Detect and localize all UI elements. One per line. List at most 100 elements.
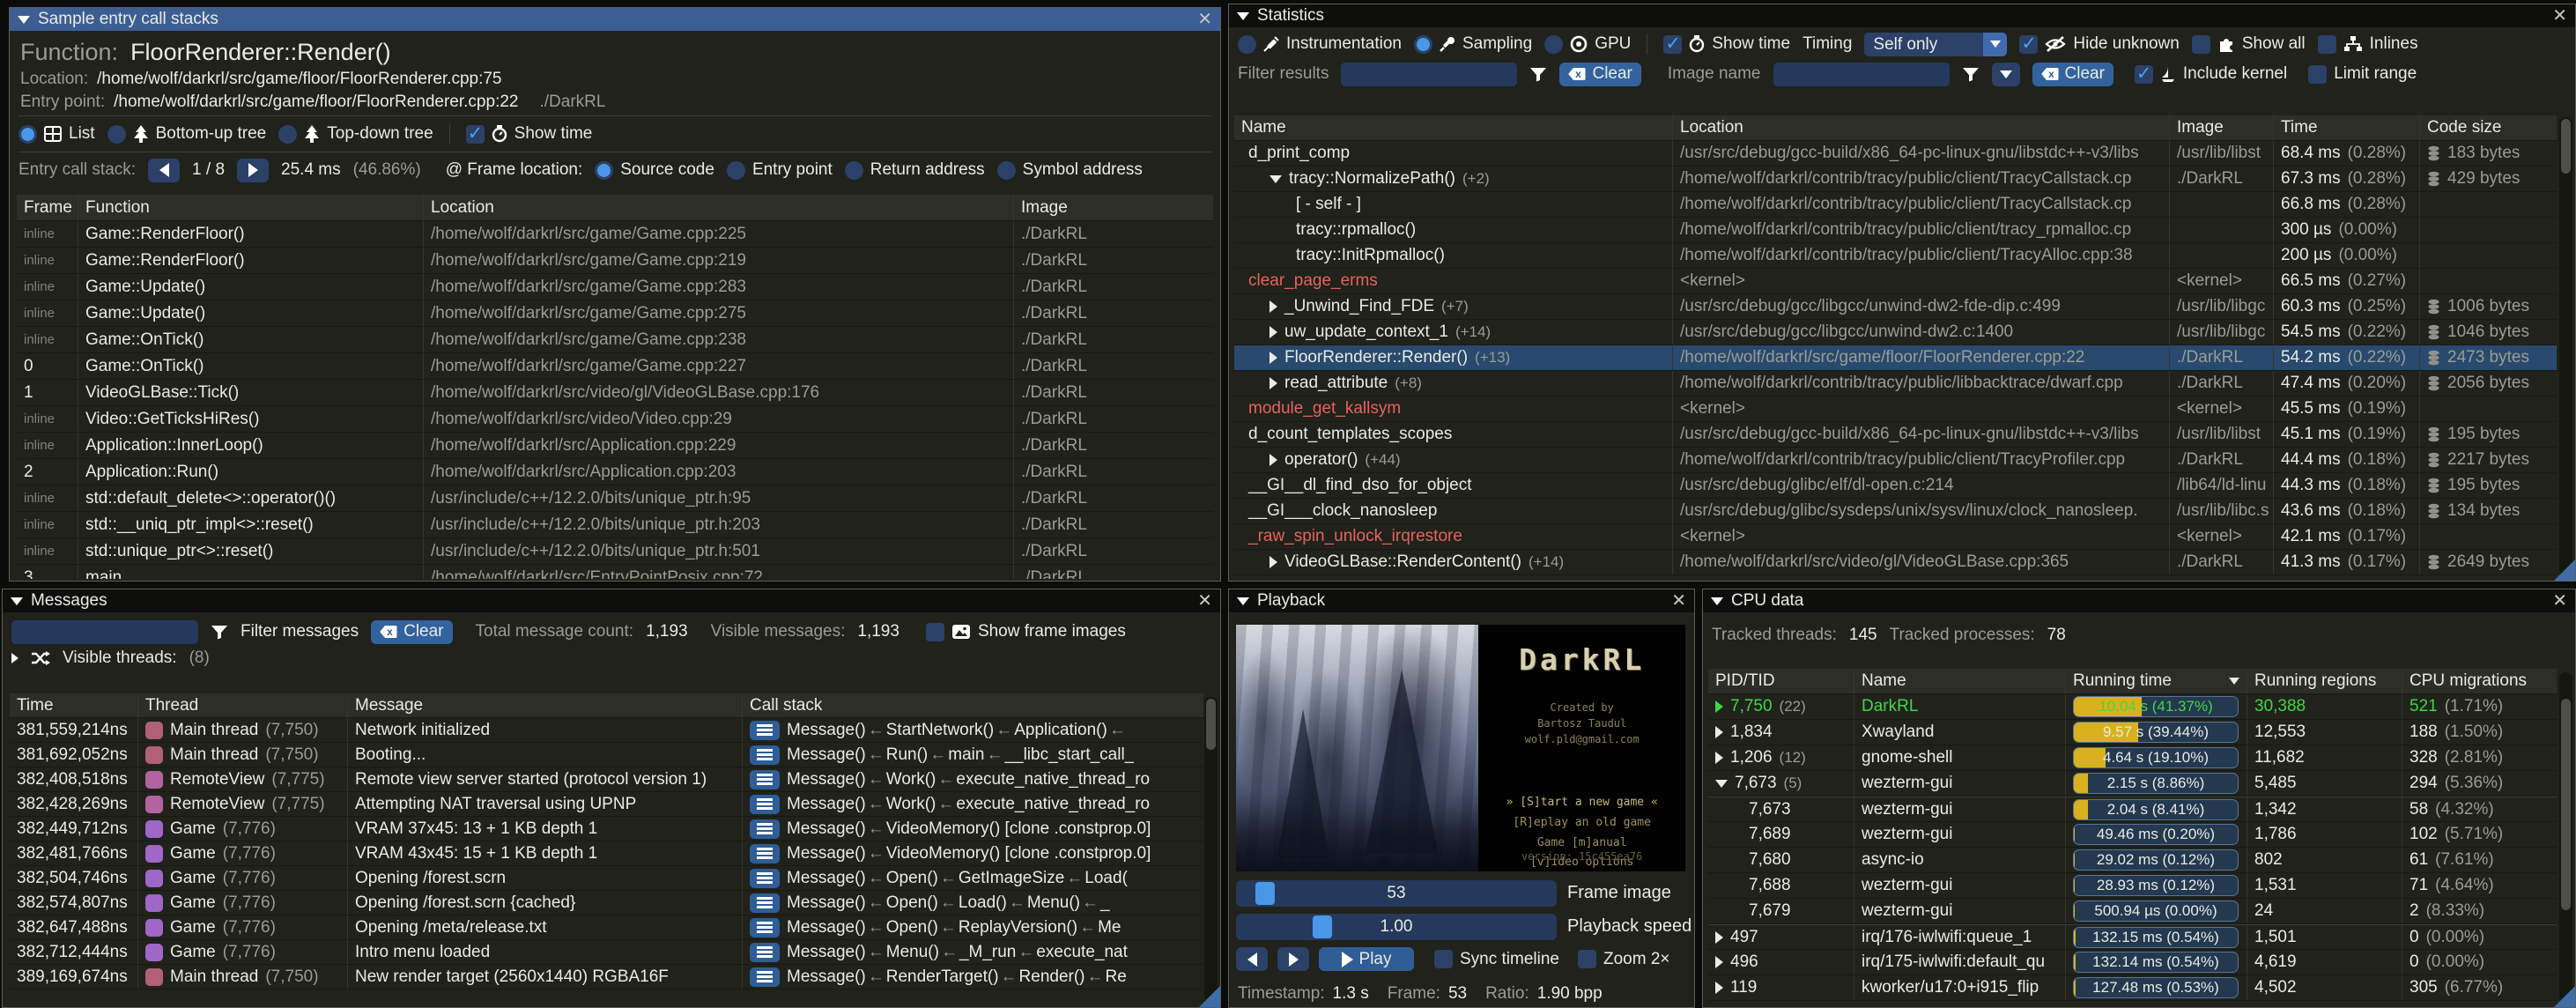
cell-name[interactable]: VideoGLBase::RenderContent()(+14) bbox=[1234, 550, 1673, 574]
image-filter-dropdown[interactable] bbox=[1992, 63, 2020, 86]
sampling-radio[interactable]: Sampling bbox=[1414, 34, 1532, 54]
callstack-button[interactable] bbox=[750, 967, 780, 987]
message-row[interactable]: 389,169,674ns Main thread(7,750) New ren… bbox=[10, 965, 1203, 989]
callstack-button[interactable] bbox=[750, 770, 780, 789]
column-header[interactable]: Name bbox=[1234, 115, 1673, 140]
column-header[interactable]: Time bbox=[2274, 115, 2420, 140]
include-kernel-checkbox[interactable]: Include kernel bbox=[2135, 64, 2287, 84]
expand-arrow[interactable] bbox=[1715, 726, 1723, 738]
mode-top-down-radio[interactable]: Top-down tree bbox=[278, 124, 433, 144]
message-filter-input[interactable] bbox=[11, 620, 198, 644]
stats-row[interactable]: d_count_templates_scopes /usr/src/debug/… bbox=[1234, 422, 2557, 448]
mode-list-radio[interactable]: List bbox=[19, 124, 95, 144]
callstack-button[interactable] bbox=[750, 869, 780, 888]
cell-name[interactable]: FloorRenderer::Render()(+13) bbox=[1234, 345, 1673, 370]
cpu-row[interactable]: 7,750(22) DarkRL 10.04 s (41.37%) 30,388… bbox=[1708, 694, 2557, 720]
stats-row[interactable]: read_attribute(+8) /home/wolf/darkrl/con… bbox=[1234, 371, 2557, 397]
message-row[interactable]: 382,504,746ns Game(7,776) Opening /fores… bbox=[10, 866, 1203, 891]
frame-loc-source-radio[interactable]: Source code bbox=[595, 160, 714, 180]
cpu-row[interactable]: 7,680 async-io 29.02 ms (0.12%) 802 61(7… bbox=[1708, 848, 2557, 873]
cell-name[interactable]: tracy::NormalizePath()(+2) bbox=[1234, 167, 1673, 191]
stats-row[interactable]: module_get_kallsym <kernel> <kernel> 45.… bbox=[1234, 397, 2557, 422]
cell-function[interactable]: main bbox=[78, 565, 424, 579]
expand-arrow[interactable] bbox=[1715, 956, 1723, 968]
message-row[interactable]: 382,449,712ns Game(7,776) VRAM 37x45: 13… bbox=[10, 817, 1203, 841]
column-header[interactable]: Time bbox=[10, 693, 138, 717]
column-header[interactable]: Running time bbox=[2066, 669, 2247, 693]
collapse-icon[interactable] bbox=[11, 597, 23, 605]
cell-name[interactable]: [ - self - ] bbox=[1234, 192, 1673, 217]
collapse-icon[interactable] bbox=[1711, 597, 1723, 605]
cell-name[interactable]: d_count_templates_scopes bbox=[1234, 422, 1673, 447]
frame-loc-symbol-radio[interactable]: Symbol address bbox=[997, 160, 1143, 180]
timing-combo[interactable]: Self only bbox=[1864, 33, 2007, 56]
clear-image-filter-button[interactable]: x Clear bbox=[2032, 63, 2113, 86]
message-row[interactable]: 381,692,052ns Main thread(7,750) Booting… bbox=[10, 743, 1203, 767]
message-row[interactable]: 382,408,518ns RemoteView(7,775) Remote v… bbox=[10, 767, 1203, 792]
close-icon[interactable]: ✕ bbox=[1671, 592, 1686, 610]
next-frame-button[interactable] bbox=[1277, 947, 1309, 971]
cell-pid[interactable]: 1,206(12) bbox=[1708, 745, 1854, 770]
callstack-button[interactable] bbox=[750, 918, 780, 938]
cpu-row[interactable]: 7,673 wezterm-gui 2.04 s (8.41%) 1,342 5… bbox=[1708, 797, 2557, 822]
cell-function[interactable]: std::default_delete<>::operator()() bbox=[78, 485, 424, 511]
cell-pid[interactable]: 497 bbox=[1708, 925, 1854, 949]
column-header[interactable]: PID/TID bbox=[1708, 669, 1854, 693]
cell-name[interactable]: tracy::InitRpmalloc() bbox=[1234, 243, 1673, 268]
cell-pid[interactable]: 119 bbox=[1708, 975, 1854, 1000]
show-time-checkbox[interactable]: Show time bbox=[1663, 34, 1790, 54]
resize-grip[interactable] bbox=[1199, 986, 1220, 1007]
call-stack-row[interactable]: inline std::default_delete<>::operator()… bbox=[17, 485, 1213, 512]
expand-arrow[interactable] bbox=[1715, 752, 1723, 764]
resize-grip[interactable] bbox=[2554, 560, 2575, 581]
scrollbar-thumb[interactable] bbox=[1206, 699, 1216, 750]
stats-row[interactable]: __GI__dl_find_dso_for_object /usr/src/de… bbox=[1234, 473, 2557, 499]
messages-titlebar[interactable]: Messages ✕ bbox=[3, 589, 1220, 612]
cpu-row[interactable]: 497 irq/176-iwlwifi:queue_1 132.15 ms (0… bbox=[1708, 924, 2557, 950]
column-header[interactable]: Frame bbox=[17, 195, 78, 220]
show-time-checkbox[interactable]: Show time bbox=[466, 124, 593, 144]
cell-name[interactable]: read_attribute(+8) bbox=[1234, 371, 1673, 396]
column-header[interactable]: Function bbox=[78, 195, 424, 220]
cell-function[interactable]: Video::GetTicksHiRes() bbox=[78, 406, 424, 432]
playback-titlebar[interactable]: Playback ✕ bbox=[1229, 589, 1694, 612]
call-stack-row[interactable]: inline Game::Update() /home/wolf/darkrl/… bbox=[17, 300, 1213, 327]
cell-function[interactable]: std::unique_ptr<>::reset() bbox=[78, 538, 424, 564]
expand-arrow[interactable] bbox=[1269, 175, 1282, 183]
column-header[interactable]: Call stack bbox=[743, 693, 1203, 717]
stats-row[interactable]: __GI___clock_nanosleep /usr/src/debug/gl… bbox=[1234, 499, 2557, 524]
collapse-icon[interactable] bbox=[18, 16, 30, 24]
close-icon[interactable]: ✕ bbox=[2552, 7, 2567, 25]
zoom-2x-checkbox[interactable]: Zoom 2× bbox=[1578, 950, 1670, 969]
cell-pid[interactable]: 1,834 bbox=[1708, 720, 1854, 745]
cell-function[interactable]: Application::InnerLoop() bbox=[78, 433, 424, 458]
show-frame-images-checkbox[interactable]: Show frame images bbox=[926, 622, 1126, 641]
expand-arrow[interactable] bbox=[11, 653, 19, 663]
cell-pid[interactable]: 7,673(5) bbox=[1708, 771, 1854, 796]
frame-image-slider[interactable]: 53 bbox=[1236, 880, 1557, 907]
cell-function[interactable]: Game::OnTick() bbox=[78, 327, 424, 352]
cell-name[interactable]: module_get_kallsym bbox=[1234, 397, 1673, 421]
stats-row[interactable]: [ - self - ] /home/wolf/darkrl/contrib/t… bbox=[1234, 192, 2557, 218]
expand-arrow[interactable] bbox=[1715, 931, 1723, 944]
statistics-titlebar[interactable]: Statistics ✕ bbox=[1229, 4, 2575, 27]
resize-grip[interactable] bbox=[2554, 986, 2575, 1007]
column-header[interactable]: Code size bbox=[2420, 115, 2557, 140]
stats-row[interactable]: _Unwind_Find_FDE(+7) /usr/src/debug/gcc/… bbox=[1234, 294, 2557, 320]
cpu-row[interactable]: 7,673(5) wezterm-gui 2.15 s (8.86%) 5,48… bbox=[1708, 771, 2557, 797]
message-row[interactable]: 382,574,807ns Game(7,776) Opening /fores… bbox=[10, 891, 1203, 915]
expand-arrow[interactable] bbox=[1269, 454, 1277, 466]
cpu-row[interactable]: 1,206(12) gnome-shell 4.64 s (19.10%) 11… bbox=[1708, 745, 2557, 771]
cell-name[interactable]: clear_page_erms bbox=[1234, 269, 1673, 293]
message-row[interactable]: 381,559,214ns Main thread(7,750) Network… bbox=[10, 718, 1203, 743]
column-header[interactable]: Thread bbox=[138, 693, 348, 717]
cell-pid[interactable]: 7,673 bbox=[1708, 797, 1854, 821]
stats-row[interactable]: tracy::InitRpmalloc() /home/wolf/darkrl/… bbox=[1234, 243, 2557, 269]
image-name-input[interactable] bbox=[1773, 63, 1950, 86]
cell-name[interactable]: __GI__dl_find_dso_for_object bbox=[1234, 473, 1673, 498]
column-header[interactable]: CPU migrations bbox=[2402, 669, 2557, 693]
cell-pid[interactable]: 7,688 bbox=[1708, 873, 1854, 898]
callstack-button[interactable] bbox=[750, 721, 780, 740]
stats-row[interactable]: FloorRenderer::Render()(+13) /home/wolf/… bbox=[1234, 345, 2557, 371]
filter-results-input[interactable] bbox=[1341, 63, 1517, 86]
